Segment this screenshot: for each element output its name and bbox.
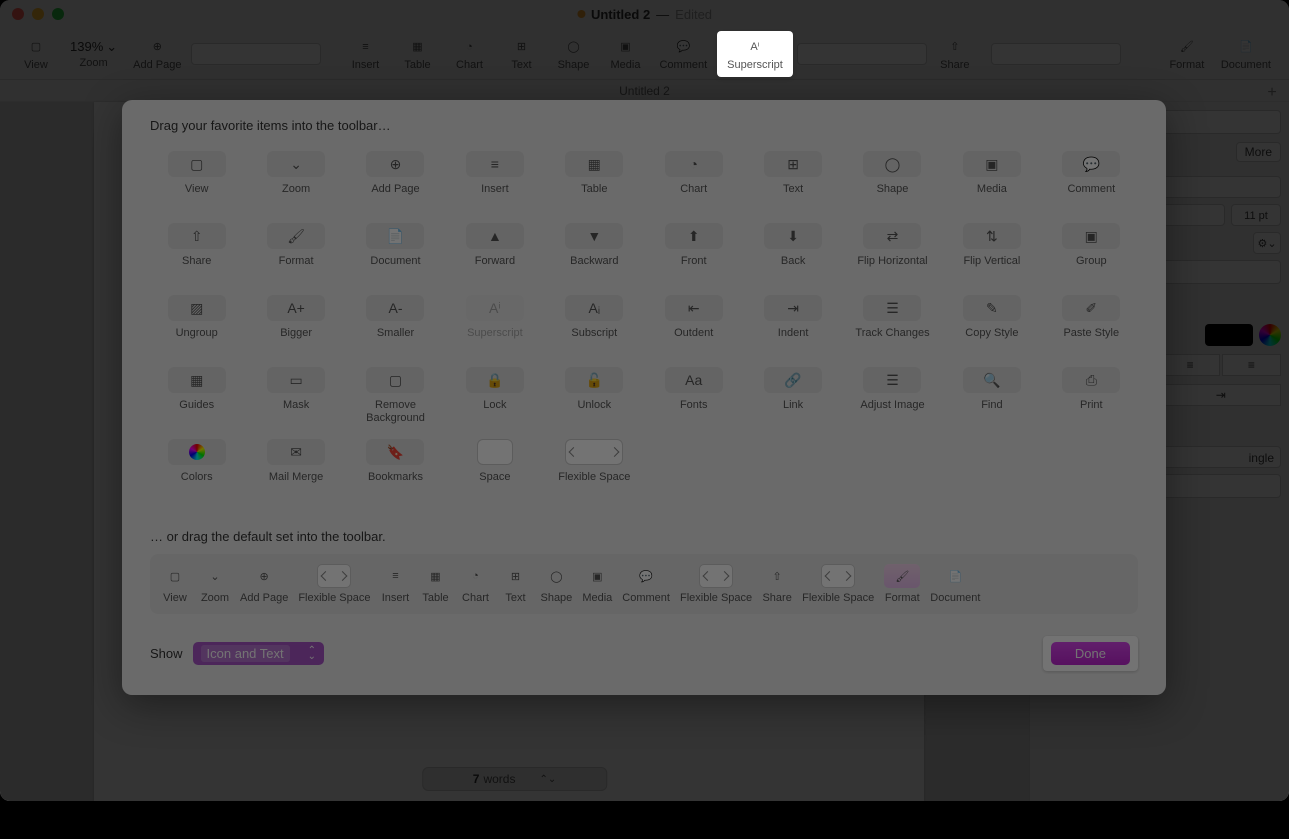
superscript-icon: Aⁱ bbox=[745, 37, 765, 57]
superscript-button[interactable]: AⁱSuperscript bbox=[717, 31, 793, 77]
screenshot-dim bbox=[0, 0, 1289, 839]
